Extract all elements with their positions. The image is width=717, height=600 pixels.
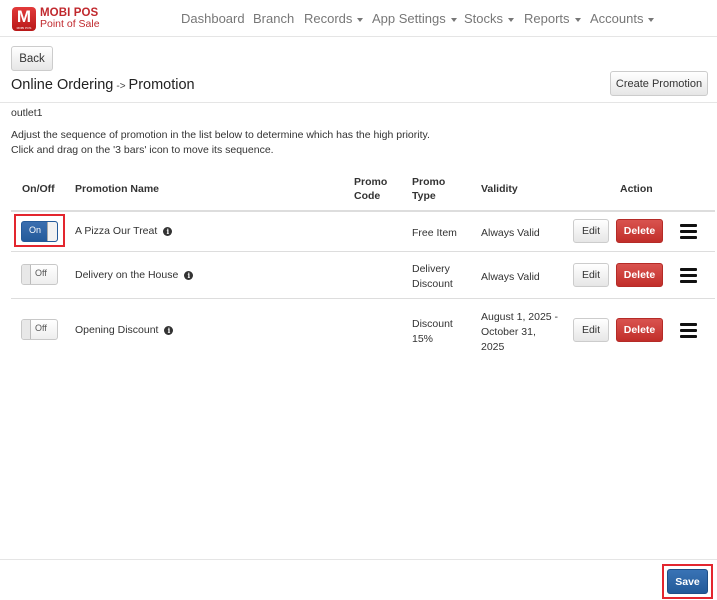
row-divider bbox=[11, 298, 715, 299]
row-divider bbox=[11, 251, 715, 252]
back-button[interactable]: Back bbox=[11, 46, 53, 71]
edit-button[interactable]: Edit bbox=[573, 219, 609, 243]
promo-type: Discount 15% bbox=[412, 318, 453, 345]
info-icon[interactable]: i bbox=[184, 271, 194, 280]
instructions: Adjust the sequence of promotion in the … bbox=[11, 129, 430, 156]
caret-down-icon bbox=[357, 17, 364, 22]
highlight-box-save bbox=[662, 564, 713, 599]
create-promotion-button[interactable]: Create Promotion bbox=[610, 71, 708, 96]
header-divider bbox=[0, 102, 717, 103]
promotion-name: A Pizza Our Treat i bbox=[75, 224, 173, 239]
page-title: Online Ordering -> Promotion bbox=[11, 77, 195, 93]
brand-tagline: Point of Sale bbox=[40, 17, 100, 30]
nav-app-settings[interactable]: App Settings bbox=[372, 11, 457, 26]
breadcrumb-separator: -> bbox=[116, 81, 126, 92]
header-action: Action bbox=[620, 183, 653, 195]
info-icon[interactable]: i bbox=[163, 227, 173, 236]
edit-button[interactable]: Edit bbox=[573, 263, 609, 287]
promo-type: Delivery Discount bbox=[412, 263, 453, 290]
nav-stocks[interactable]: Stocks bbox=[464, 11, 515, 26]
nav-accounts[interactable]: Accounts bbox=[590, 11, 655, 26]
table-header-divider bbox=[11, 210, 715, 212]
footer-divider bbox=[0, 559, 717, 560]
edit-button[interactable]: Edit bbox=[573, 318, 609, 342]
caret-down-icon bbox=[574, 17, 581, 22]
delete-button[interactable]: Delete bbox=[616, 318, 663, 342]
outlet-name: outlet1 bbox=[11, 107, 43, 119]
brand-logo[interactable]: M MOBI POS MOBI POS Point of Sale bbox=[12, 5, 100, 32]
mobi-pos-logo-icon: M MOBI POS bbox=[12, 6, 36, 31]
breadcrumb-parent: Online Ordering bbox=[11, 77, 114, 93]
nav-records[interactable]: Records bbox=[304, 11, 364, 26]
nav-branch[interactable]: Branch bbox=[253, 11, 294, 26]
caret-down-icon bbox=[508, 17, 515, 22]
header-validity: Validity bbox=[481, 183, 518, 195]
caret-down-icon bbox=[648, 17, 655, 22]
header-onoff: On/Off bbox=[22, 183, 55, 195]
drag-handle-bars-icon[interactable] bbox=[680, 224, 697, 239]
promotion-name: Delivery on the House i bbox=[75, 268, 194, 283]
nav-dashboard[interactable]: Dashboard bbox=[181, 11, 245, 26]
highlight-box-toggle bbox=[14, 214, 65, 247]
drag-handle-bars-icon[interactable] bbox=[680, 323, 697, 338]
promo-type: Free Item bbox=[412, 227, 457, 239]
top-navbar: M MOBI POS MOBI POS Point of Sale Dashbo… bbox=[0, 0, 717, 37]
nav-reports[interactable]: Reports bbox=[524, 11, 581, 26]
info-icon[interactable]: i bbox=[164, 326, 174, 335]
header-promo-type: Promo Type bbox=[412, 176, 446, 202]
promo-validity: Always Valid bbox=[481, 271, 540, 283]
promotion-toggle[interactable]: Off bbox=[21, 264, 58, 285]
promotion-name: Opening Discount i bbox=[75, 323, 174, 338]
promo-validity: August 1, 2025 - October 31, 2025 bbox=[481, 311, 559, 353]
header-promotion-name: Promotion Name bbox=[75, 183, 160, 195]
drag-handle-bars-icon[interactable] bbox=[680, 268, 697, 283]
delete-button[interactable]: Delete bbox=[616, 219, 663, 243]
breadcrumb-current: Promotion bbox=[128, 77, 195, 93]
promo-validity: Always Valid bbox=[481, 227, 540, 239]
promotion-toggle[interactable]: Off bbox=[21, 319, 58, 340]
caret-down-icon bbox=[450, 17, 457, 22]
brand-name: MOBI POS bbox=[40, 6, 99, 19]
header-promo-code: Promo Code bbox=[354, 176, 388, 202]
delete-button[interactable]: Delete bbox=[616, 263, 663, 287]
